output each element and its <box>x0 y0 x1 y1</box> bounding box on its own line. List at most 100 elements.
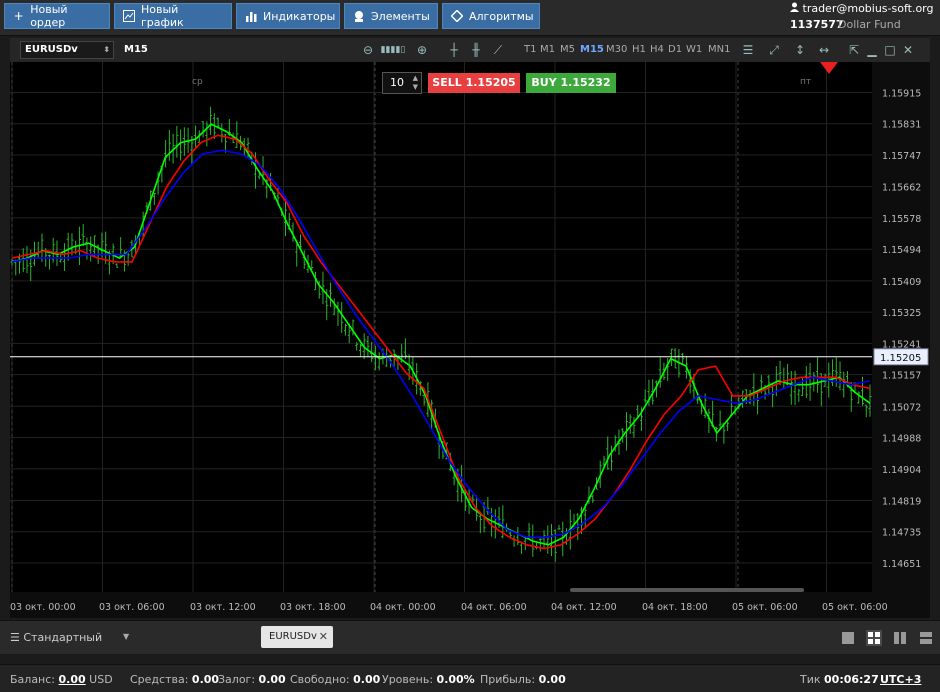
quantity-input[interactable]: 10 ▲ ▼ <box>382 72 422 94</box>
free-label: Свободно: <box>290 673 350 686</box>
tick-value: 00:06:27 <box>824 673 879 686</box>
price-tick-label: 1.14735 <box>882 528 921 539</box>
chart-header: EURUSDv ⬍ M15 ⊖ ▮▮▮▮▯ ⊕ ┼ ╫ ⟋ T1 M1 M5 M15 M… <box>10 38 930 62</box>
level-value: 0.00% <box>436 673 475 686</box>
account-info[interactable]: trader@mobius-soft.org 1137577 Dollar Fu… <box>786 0 934 34</box>
free-value: 0.00 <box>353 673 381 686</box>
timeframe-mn1[interactable]: MN1 <box>708 44 730 55</box>
price-tick-label: 1.14904 <box>882 465 921 476</box>
timeframe-d1[interactable]: D1 <box>668 44 682 55</box>
timeframe-m30[interactable]: M30 <box>606 44 627 55</box>
maximize-icon[interactable]: □ <box>882 42 898 58</box>
free-margin: Свободно: 0.00 <box>290 673 380 686</box>
chevron-updown-icon: ⬍ <box>103 45 110 54</box>
chart-icon <box>123 10 135 22</box>
crosshair-icon[interactable]: ┼ <box>446 42 462 58</box>
layout-grid-icon[interactable] <box>866 630 882 646</box>
algorithms-label: Алгоритмы <box>469 9 534 23</box>
indicators-button[interactable]: Индикаторы <box>236 3 340 29</box>
timeframe-m5[interactable]: M5 <box>560 44 575 55</box>
price-tick-label: 1.14988 <box>882 434 921 445</box>
new-chart-label: Новый график <box>141 3 184 29</box>
price-tick-label: 1.15409 <box>882 277 921 288</box>
time-scale-icon[interactable]: ↔ <box>816 42 832 58</box>
new-order-label: Новый ордер <box>30 3 68 29</box>
balance-label: Баланс: <box>10 673 56 686</box>
time-tick-label: 03 окт. 18:00 <box>280 602 346 613</box>
price-tick-label: 1.15662 <box>882 183 921 194</box>
close-icon[interactable]: ✕ <box>900 42 916 58</box>
detach-icon[interactable]: ⇱ <box>846 42 862 58</box>
price-tick-label: 1.15157 <box>882 371 921 382</box>
new-order-button[interactable]: + Новый ордер <box>4 3 110 29</box>
main-toolbar: + Новый ордер Новый график Индикаторы Эл… <box>0 0 940 36</box>
account-email-text: trader@mobius-soft.org <box>802 2 934 15</box>
price-scale-icon[interactable]: ↕ <box>792 42 808 58</box>
price-tick-label: 1.15578 <box>882 214 921 225</box>
elements-label: Элементы <box>371 9 430 23</box>
margin: Залог: 0.00 <box>218 673 286 686</box>
zoom-slider-icon[interactable]: ▮▮▮▮▯ <box>378 42 408 58</box>
layout-rows-icon[interactable] <box>918 630 934 646</box>
elements-button[interactable]: Элементы <box>344 3 438 29</box>
sell-button[interactable]: SELL 1.15205 <box>428 73 520 93</box>
time-tick-label: 03 окт. 00:00 <box>10 602 76 613</box>
profile-menu-icon[interactable]: ☰ Стандартный <box>10 631 102 644</box>
trading-app: + Новый ордер Новый график Индикаторы Эл… <box>0 0 940 692</box>
timezone-select[interactable]: UTC+3 <box>880 673 921 686</box>
timeframe-m15[interactable]: M15 <box>580 44 604 55</box>
timeframe-m1[interactable]: M1 <box>540 44 555 55</box>
user-icon <box>790 2 799 15</box>
account-email: trader@mobius-soft.org <box>790 2 934 15</box>
time-tick-label: 03 окт. 06:00 <box>99 602 165 613</box>
price-tick-label: 1.15831 <box>882 120 921 131</box>
zoom-in-icon[interactable]: ⊕ <box>414 42 430 58</box>
margin-label: Залог: <box>218 673 256 686</box>
funds-value: 0.00 <box>191 673 220 686</box>
chart-tab-label: EURUSDv <box>269 631 317 642</box>
trendline-icon[interactable]: ⤢ <box>766 42 782 58</box>
symbol-select[interactable]: EURUSDv ⬍ <box>20 41 114 59</box>
chevron-down-icon[interactable]: ▼ <box>123 632 129 641</box>
level-label: Уровень: <box>382 673 434 686</box>
tick-label: Тик <box>800 673 821 686</box>
layout-single-icon[interactable] <box>840 630 856 646</box>
time-tick-label: 05 окт. 06:00 <box>732 602 798 613</box>
timeframe-label: M15 <box>124 44 148 55</box>
chart-scrollbar[interactable] <box>570 588 804 592</box>
minimize-icon[interactable]: ▁ <box>864 42 880 58</box>
chart-canvas[interactable]: ср пт 1.15915 1.15831 1.15747 1.15662 1.15578 1… <box>10 62 930 618</box>
current-price-label: 1.15205 <box>880 353 921 364</box>
new-chart-button[interactable]: Новый график <box>114 3 232 29</box>
line-chart-icon[interactable]: ⟋ <box>490 42 506 58</box>
timeframe-w1[interactable]: W1 <box>686 44 702 55</box>
day-label: пт <box>800 77 811 87</box>
candles-icon[interactable]: ╫ <box>468 42 484 58</box>
stepper-icon[interactable]: ▲ ▼ <box>413 74 418 92</box>
time-tick-label: 03 окт. 12:00 <box>190 602 256 613</box>
margin-level: Уровень: 0.00% <box>382 673 475 686</box>
timeframe-h1[interactable]: H1 <box>632 44 646 55</box>
profile-label: Стандартный <box>23 631 103 644</box>
close-tab-icon[interactable]: ✕ <box>319 626 328 648</box>
timeframe-h4[interactable]: H4 <box>650 44 664 55</box>
bar-chart-icon <box>245 10 257 22</box>
time-tick-label: 04 окт. 18:00 <box>642 602 708 613</box>
margin-value: 0.00 <box>258 673 286 686</box>
time-tick-label: 04 окт. 00:00 <box>370 602 436 613</box>
time-tick-label: 04 окт. 06:00 <box>461 602 527 613</box>
price-chart[interactable]: ср пт 1.15915 1.15831 1.15747 1.15662 1.15578 1… <box>10 62 930 618</box>
algorithms-button[interactable]: Алгоритмы <box>442 3 540 29</box>
layout-columns-icon[interactable] <box>892 630 908 646</box>
chart-tab[interactable]: EURUSDv ✕ <box>261 626 333 648</box>
status-bar: Баланс: 0.00 USD Средства: 0.00 Залог: 0… <box>0 664 940 692</box>
sort-icon[interactable]: ☰ <box>740 42 756 58</box>
price-tick-label: 1.14651 <box>882 559 921 570</box>
zoom-out-icon[interactable]: ⊖ <box>360 42 376 58</box>
symbol-value: EURUSDv <box>25 44 78 55</box>
buy-button[interactable]: BUY 1.15232 <box>526 73 616 93</box>
balance-value: 0.00 <box>58 673 86 686</box>
profit: Прибыль: 0.00 <box>480 673 566 686</box>
timeframe-t1[interactable]: T1 <box>524 44 536 55</box>
price-tick-label: 1.15747 <box>882 151 921 162</box>
